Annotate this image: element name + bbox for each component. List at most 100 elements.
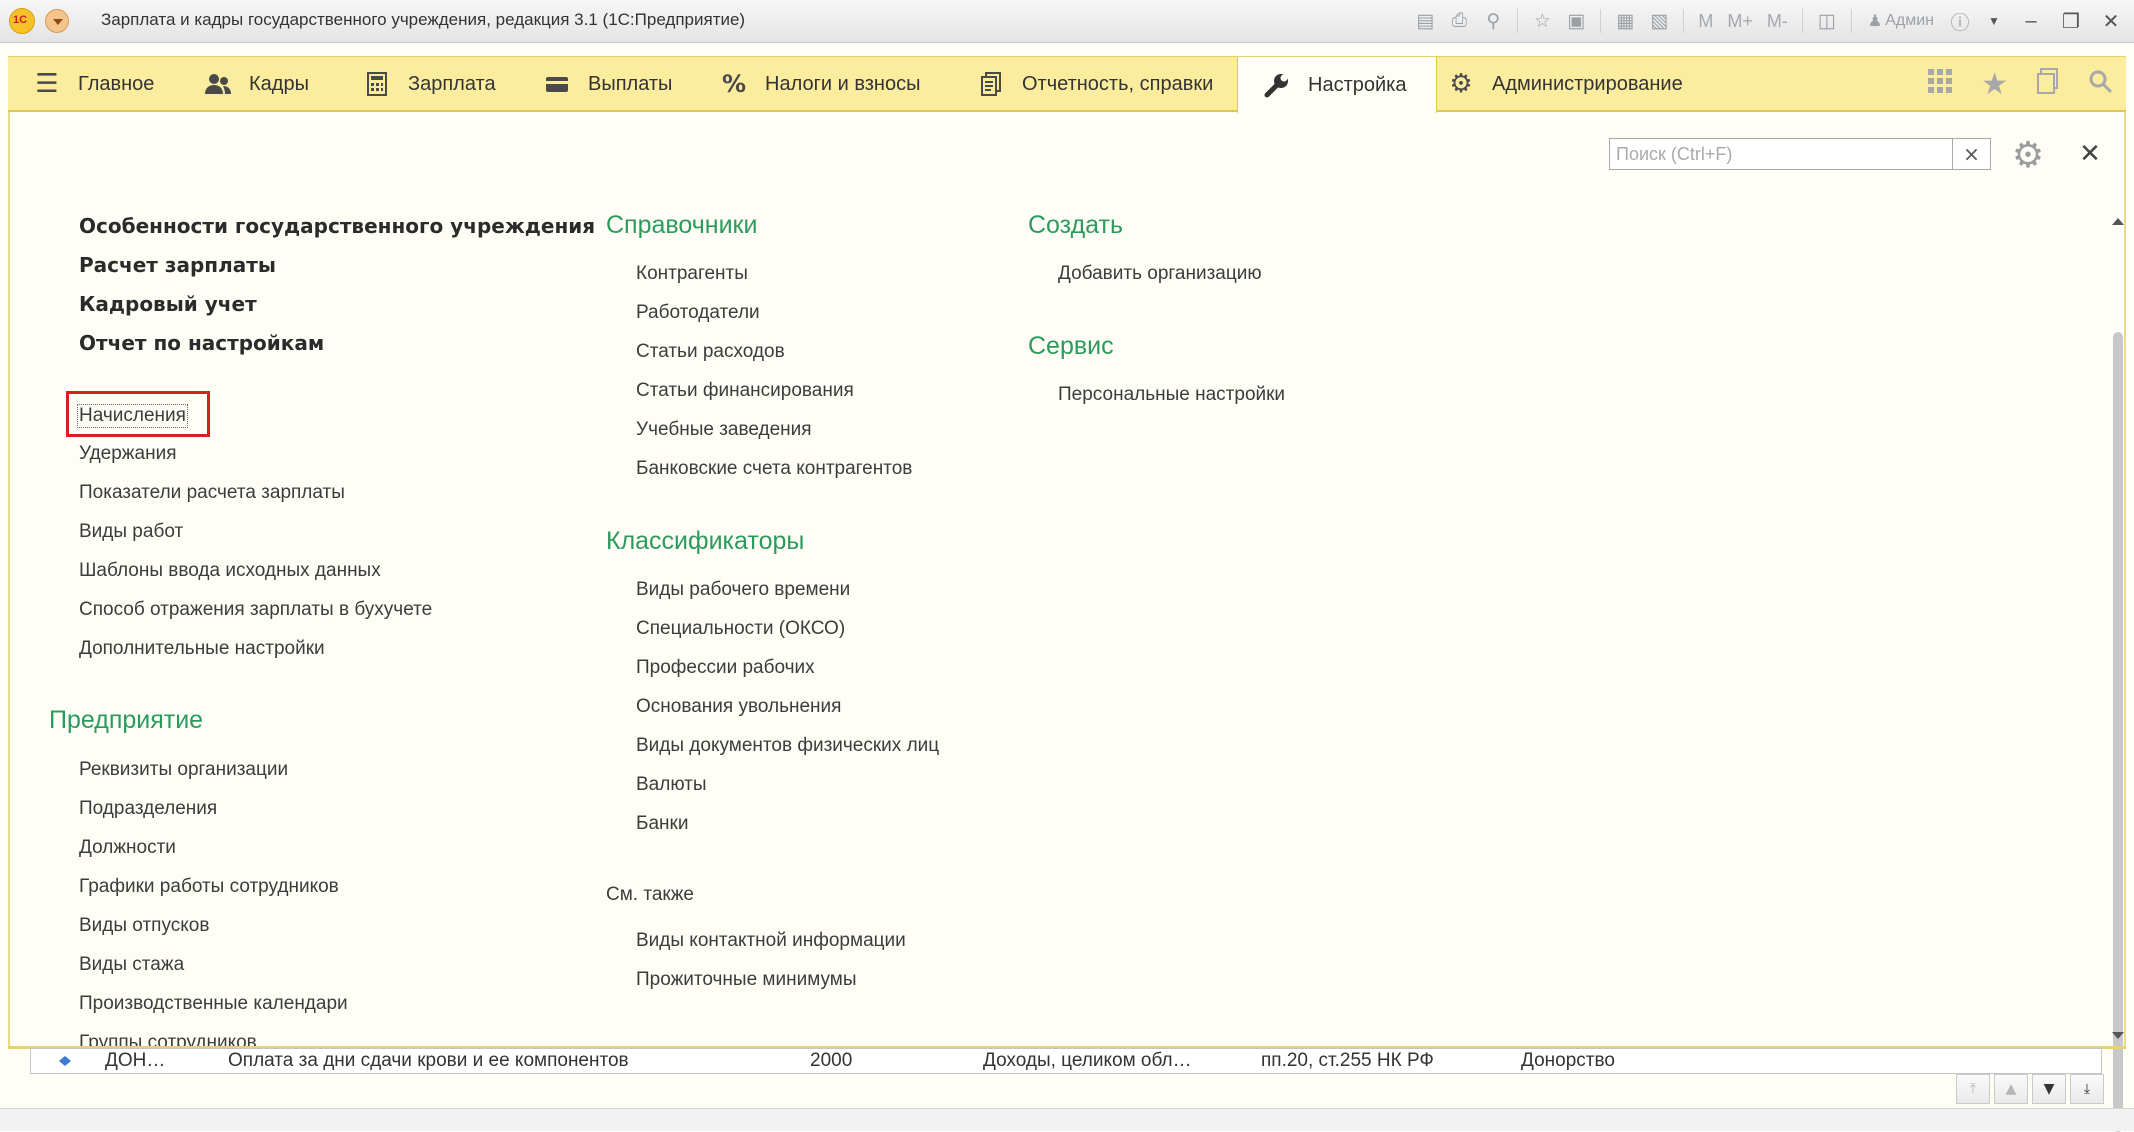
print-icon[interactable]: ⎙ <box>1445 7 1473 35</box>
wrench-icon <box>1260 72 1294 98</box>
title-toolbar: ▤ ⎙ ⚲ ☆ ▣ ▦ ▧ M M+ M- ◫ ♟ Админ ⓘ ▼ – ❐ … <box>1411 5 2128 37</box>
link-currencies[interactable]: Валюты <box>636 774 707 796</box>
link-personal-settings[interactable]: Персональные настройки <box>1058 384 1285 406</box>
link-seniority-types[interactable]: Виды стажа <box>79 954 184 976</box>
search-field[interactable] <box>1609 138 1953 170</box>
close-window-button[interactable]: ✕ <box>2094 7 2128 35</box>
scroll-down-icon[interactable] <box>2112 1032 2124 1039</box>
main-menu-button[interactable] <box>45 9 69 33</box>
link-employers[interactable]: Работодатели <box>636 302 760 324</box>
scroll-up-icon[interactable] <box>2112 218 2124 225</box>
group-heading-create: Создать <box>1028 211 1124 239</box>
history-icon[interactable] <box>2036 67 2060 101</box>
link-payroll-accounting-method[interactable]: Способ отражения зарплаты в бухучете <box>79 599 432 621</box>
link-financing-items[interactable]: Статьи финансирования <box>636 380 854 402</box>
group-heading-service: Сервис <box>1028 332 1114 360</box>
calendar-icon[interactable]: ▧ <box>1645 7 1673 35</box>
link-payroll-calculation[interactable]: Расчет зарплаты <box>79 253 276 277</box>
toolbar-separator <box>1850 9 1852 33</box>
link-hr-accounting[interactable]: Кадровый учет <box>79 292 257 316</box>
link-organization-details[interactable]: Реквизиты организации <box>79 759 288 781</box>
vertical-scrollbar[interactable] <box>2110 212 2126 1132</box>
link-work-schedules[interactable]: Графики работы сотрудников <box>79 876 339 898</box>
search-icon[interactable] <box>2088 69 2112 100</box>
preview-icon[interactable]: ⚲ <box>1479 7 1507 35</box>
memory-add-button[interactable]: M+ <box>1723 11 1757 32</box>
link-counterparty-bank-accounts[interactable]: Банковские счета контрагентов <box>636 458 912 480</box>
last-page-icon[interactable]: ⤓ <box>2070 1074 2104 1104</box>
link-working-time-types[interactable]: Виды рабочего времени <box>636 579 850 601</box>
link-identity-document-types[interactable]: Виды документов физических лиц <box>636 735 939 757</box>
settings-panel: × ⚙ ✕ Особенности государственного учреж… <box>10 114 2126 1132</box>
search-input[interactable] <box>1610 139 1922 169</box>
calculator-icon[interactable]: ▦ <box>1611 7 1639 35</box>
favorites-star-icon[interactable]: ★ <box>1981 67 2008 102</box>
favorite-add-icon[interactable]: ☆ <box>1528 7 1556 35</box>
link-specialties-okso[interactable]: Специальности (ОКСО) <box>636 618 845 640</box>
next-page-icon[interactable]: ▼ <box>2032 1074 2066 1104</box>
link-accruals[interactable]: Начисления <box>77 404 188 428</box>
link-settings-report[interactable]: Отчет по настройкам <box>79 331 324 355</box>
link-expense-items[interactable]: Статьи расходов <box>636 341 785 363</box>
section-reports[interactable]: Отчетность, справки <box>974 57 1213 111</box>
section-main[interactable]: ☰ Главное <box>30 57 154 111</box>
previous-page-icon[interactable]: ▲ <box>1994 1074 2028 1104</box>
link-contact-info-types[interactable]: Виды контактной информации <box>636 930 906 952</box>
user-menu[interactable]: ♟ Админ <box>1862 11 1940 31</box>
app-logo-text: 1С <box>13 14 28 26</box>
toolbar-separator <box>1517 9 1519 33</box>
info-icon[interactable]: ⓘ <box>1946 7 1974 35</box>
app-logo[interactable]: 1С <box>9 8 35 34</box>
cell-code: ДОН… <box>105 1050 166 1071</box>
section-salary[interactable]: Зарплата <box>360 57 496 111</box>
table-row[interactable]: ДОН… Оплата за дни сдачи крови и ее комп… <box>30 1048 2102 1074</box>
link-departments[interactable]: Подразделения <box>79 798 217 820</box>
first-page-icon[interactable]: ⤒ <box>1956 1074 1990 1104</box>
section-taxes[interactable]: % Налоги и взносы <box>717 57 920 111</box>
toolbar-separator <box>1683 9 1685 33</box>
toolbar-separator <box>1801 9 1803 33</box>
link-work-types[interactable]: Виды работ <box>79 521 183 543</box>
window-title: Зарплата и кадры государственного учрежд… <box>101 10 746 29</box>
cell-name: Оплата за дни сдачи крови и ее компонент… <box>228 1050 629 1071</box>
section-hr[interactable]: Кадры <box>201 57 309 111</box>
section-label: Выплаты <box>588 72 673 95</box>
link-additional-settings[interactable]: Дополнительные настройки <box>79 638 325 660</box>
toolbar-separator <box>1600 9 1602 33</box>
menu-icon: ☰ <box>35 69 59 99</box>
memory-button[interactable]: M <box>1694 11 1717 32</box>
link-dismissal-grounds[interactable]: Основания увольнения <box>636 696 841 718</box>
search-clear-button[interactable]: × <box>1953 138 1991 170</box>
link-banks[interactable]: Банки <box>636 813 688 835</box>
panel-layout-icon[interactable]: ◫ <box>1813 7 1841 35</box>
chevron-down-icon[interactable]: ▼ <box>1980 7 2008 35</box>
close-panel-button[interactable]: ✕ <box>2074 138 2106 170</box>
section-administration[interactable]: ⚙ Администрирование <box>1444 57 1682 111</box>
memory-subtract-button[interactable]: M- <box>1763 11 1792 32</box>
all-functions-icon[interactable] <box>1927 68 1953 101</box>
section-payments[interactable]: Выплаты <box>540 57 672 111</box>
restore-button[interactable]: ❐ <box>2054 7 2088 35</box>
link-counterparties[interactable]: Контрагенты <box>636 263 748 285</box>
link-positions[interactable]: Должности <box>79 837 176 859</box>
link-icon[interactable]: ▣ <box>1562 7 1590 35</box>
cell-category: Донорство <box>1521 1050 1615 1071</box>
link-input-templates[interactable]: Шаблоны ввода исходных данных <box>79 560 381 582</box>
link-state-institution-features[interactable]: Особенности государственного учреждения <box>79 214 595 238</box>
link-worker-professions[interactable]: Профессии рабочих <box>636 657 815 679</box>
group-heading-references: Справочники <box>606 211 758 239</box>
panel-settings-icon[interactable]: ⚙ <box>2006 136 2050 176</box>
link-add-organization[interactable]: Добавить организацию <box>1058 263 1262 285</box>
link-subsistence-minimums[interactable]: Прожиточные минимумы <box>636 969 857 991</box>
link-vacation-types[interactable]: Виды отпусков <box>79 915 209 937</box>
minimize-button[interactable]: – <box>2014 7 2048 35</box>
scroll-thumb[interactable] <box>2113 332 2123 1132</box>
accrual-type-icon <box>59 1056 71 1066</box>
save-icon[interactable]: ▤ <box>1411 7 1439 35</box>
link-payroll-indicators[interactable]: Показатели расчета зарплаты <box>79 482 345 504</box>
section-settings[interactable]: Настройка <box>1237 57 1437 113</box>
section-label: Зарплата <box>408 72 496 95</box>
link-production-calendars[interactable]: Производственные календари <box>79 993 348 1015</box>
link-educational-institutions[interactable]: Учебные заведения <box>636 419 812 441</box>
link-deductions[interactable]: Удержания <box>79 443 176 465</box>
